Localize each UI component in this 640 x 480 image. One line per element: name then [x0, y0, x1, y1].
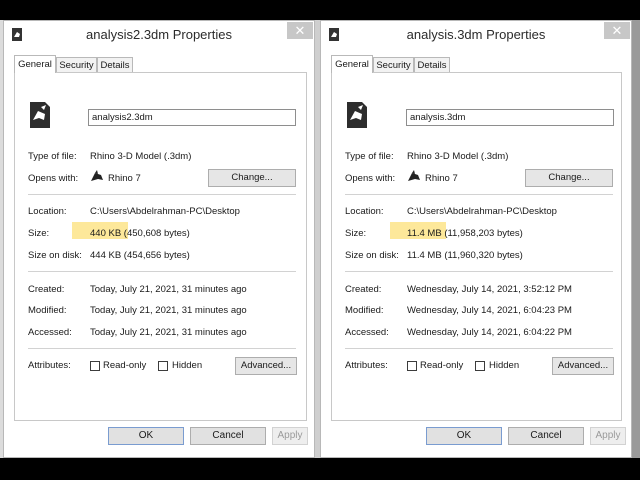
ok-button[interactable]: OK — [426, 427, 502, 445]
ok-button[interactable]: OK — [108, 427, 184, 445]
advanced-button[interactable]: Advanced... — [552, 357, 614, 375]
letterbox-top — [0, 0, 640, 20]
type-of-file-value: Rhino 3-D Model (.3dm) — [407, 151, 509, 162]
modified-value: Wednesday, July 14, 2021, 6:04:23 PM — [407, 305, 572, 316]
attributes-label: Attributes: — [345, 360, 388, 371]
readonly-checkbox[interactable] — [407, 361, 417, 371]
separator — [345, 348, 613, 349]
close-icon: ✕ — [294, 23, 306, 38]
accessed-label: Accessed: — [345, 327, 389, 338]
opens-with-value: Rhino 7 — [108, 173, 141, 184]
attributes-label: Attributes: — [28, 360, 71, 371]
separator — [28, 194, 296, 195]
properties-dialog-analysis: analysis.3dm Properties ✕ General Securi… — [320, 20, 632, 458]
change-button[interactable]: Change... — [208, 169, 296, 187]
filename-field[interactable]: analysis2.3dm — [88, 109, 296, 126]
close-button[interactable]: ✕ — [604, 22, 630, 39]
created-value: Today, July 21, 2021, 31 minutes ago — [90, 284, 247, 295]
tab-security[interactable]: Security — [373, 57, 414, 72]
created-value: Wednesday, July 14, 2021, 3:52:12 PM — [407, 284, 572, 295]
filename-field[interactable]: analysis.3dm — [406, 109, 614, 126]
readonly-checkbox[interactable] — [90, 361, 100, 371]
location-value: C:\Users\Abdelrahman-PC\Desktop — [90, 206, 240, 217]
location-label: Location: — [28, 206, 67, 217]
modified-label: Modified: — [28, 305, 67, 316]
tab-details[interactable]: Details — [414, 57, 450, 72]
apply-button[interactable]: Apply — [272, 427, 308, 445]
type-of-file-value: Rhino 3-D Model (.3dm) — [90, 151, 192, 162]
type-of-file-label: Type of file: — [28, 151, 77, 162]
size-on-disk-label: Size on disk: — [28, 250, 82, 261]
separator — [28, 348, 296, 349]
size-on-disk-value: 444 KB (454,656 bytes) — [90, 250, 190, 261]
apply-button[interactable]: Apply — [590, 427, 626, 445]
hidden-label[interactable]: Hidden — [172, 360, 202, 371]
advanced-button-label: Advanced... — [240, 360, 292, 371]
hidden-checkbox[interactable] — [158, 361, 168, 371]
change-button-label: Change... — [548, 172, 590, 183]
hidden-checkbox[interactable] — [475, 361, 485, 371]
modified-value: Today, July 21, 2021, 31 minutes ago — [90, 305, 247, 316]
size-label: Size: — [28, 228, 50, 239]
location-value: C:\Users\Abdelrahman-PC\Desktop — [407, 206, 557, 217]
change-button-label: Change... — [231, 172, 273, 183]
size-value: 11.4 MB (11,958,203 bytes) — [407, 228, 523, 239]
created-label: Created: — [28, 284, 65, 295]
accessed-value: Today, July 21, 2021, 31 minutes ago — [90, 327, 247, 338]
window-title: analysis.3dm Properties — [406, 27, 546, 42]
size-on-disk-value: 11.4 MB (11,960,320 bytes) — [407, 250, 523, 261]
general-panel: analysis2.3dm Type of file: Rhino 3-D Mo… — [14, 72, 307, 421]
tab-details[interactable]: Details — [97, 57, 133, 72]
close-button[interactable]: ✕ — [287, 22, 313, 39]
size-on-disk-label: Size on disk: — [345, 250, 399, 261]
change-button[interactable]: Change... — [525, 169, 613, 187]
tab-security[interactable]: Security — [56, 57, 97, 72]
letterbox-bottom — [0, 458, 640, 480]
opens-with-value: Rhino 7 — [425, 173, 458, 184]
advanced-button[interactable]: Advanced... — [235, 357, 297, 375]
separator — [345, 271, 613, 272]
rhino-file-icon — [30, 102, 50, 128]
readonly-label[interactable]: Read-only — [103, 360, 146, 371]
size-label: Size: — [345, 228, 367, 239]
cancel-button[interactable]: Cancel — [190, 427, 266, 445]
title-bar[interactable]: analysis2.3dm Properties ✕ — [4, 21, 314, 49]
tab-general[interactable]: General — [331, 55, 373, 73]
separator — [345, 194, 613, 195]
window-title: analysis2.3dm Properties — [86, 27, 232, 42]
hidden-label[interactable]: Hidden — [489, 360, 519, 371]
cancel-button[interactable]: Cancel — [508, 427, 584, 445]
accessed-label: Accessed: — [28, 327, 72, 338]
background-window-edge — [632, 20, 640, 458]
rhino-app-icon — [408, 170, 420, 181]
close-icon: ✕ — [611, 23, 623, 38]
rhino-file-icon — [347, 102, 367, 128]
rhino-app-icon — [91, 170, 103, 181]
readonly-label[interactable]: Read-only — [420, 360, 463, 371]
opens-with-label: Opens with: — [28, 173, 79, 184]
general-panel: analysis.3dm Type of file: Rhino 3-D Mod… — [331, 72, 622, 421]
size-value: 440 KB (450,608 bytes) — [90, 228, 190, 239]
title-bar[interactable]: analysis.3dm Properties ✕ — [321, 21, 631, 49]
location-label: Location: — [345, 206, 384, 217]
accessed-value: Wednesday, July 14, 2021, 6:04:22 PM — [407, 327, 572, 338]
created-label: Created: — [345, 284, 382, 295]
tab-general[interactable]: General — [14, 55, 56, 73]
properties-dialog-analysis2: analysis2.3dm Properties ✕ General Secur… — [3, 20, 315, 458]
advanced-button-label: Advanced... — [557, 360, 609, 371]
separator — [28, 271, 296, 272]
opens-with-label: Opens with: — [345, 173, 396, 184]
modified-label: Modified: — [345, 305, 384, 316]
type-of-file-label: Type of file: — [345, 151, 394, 162]
